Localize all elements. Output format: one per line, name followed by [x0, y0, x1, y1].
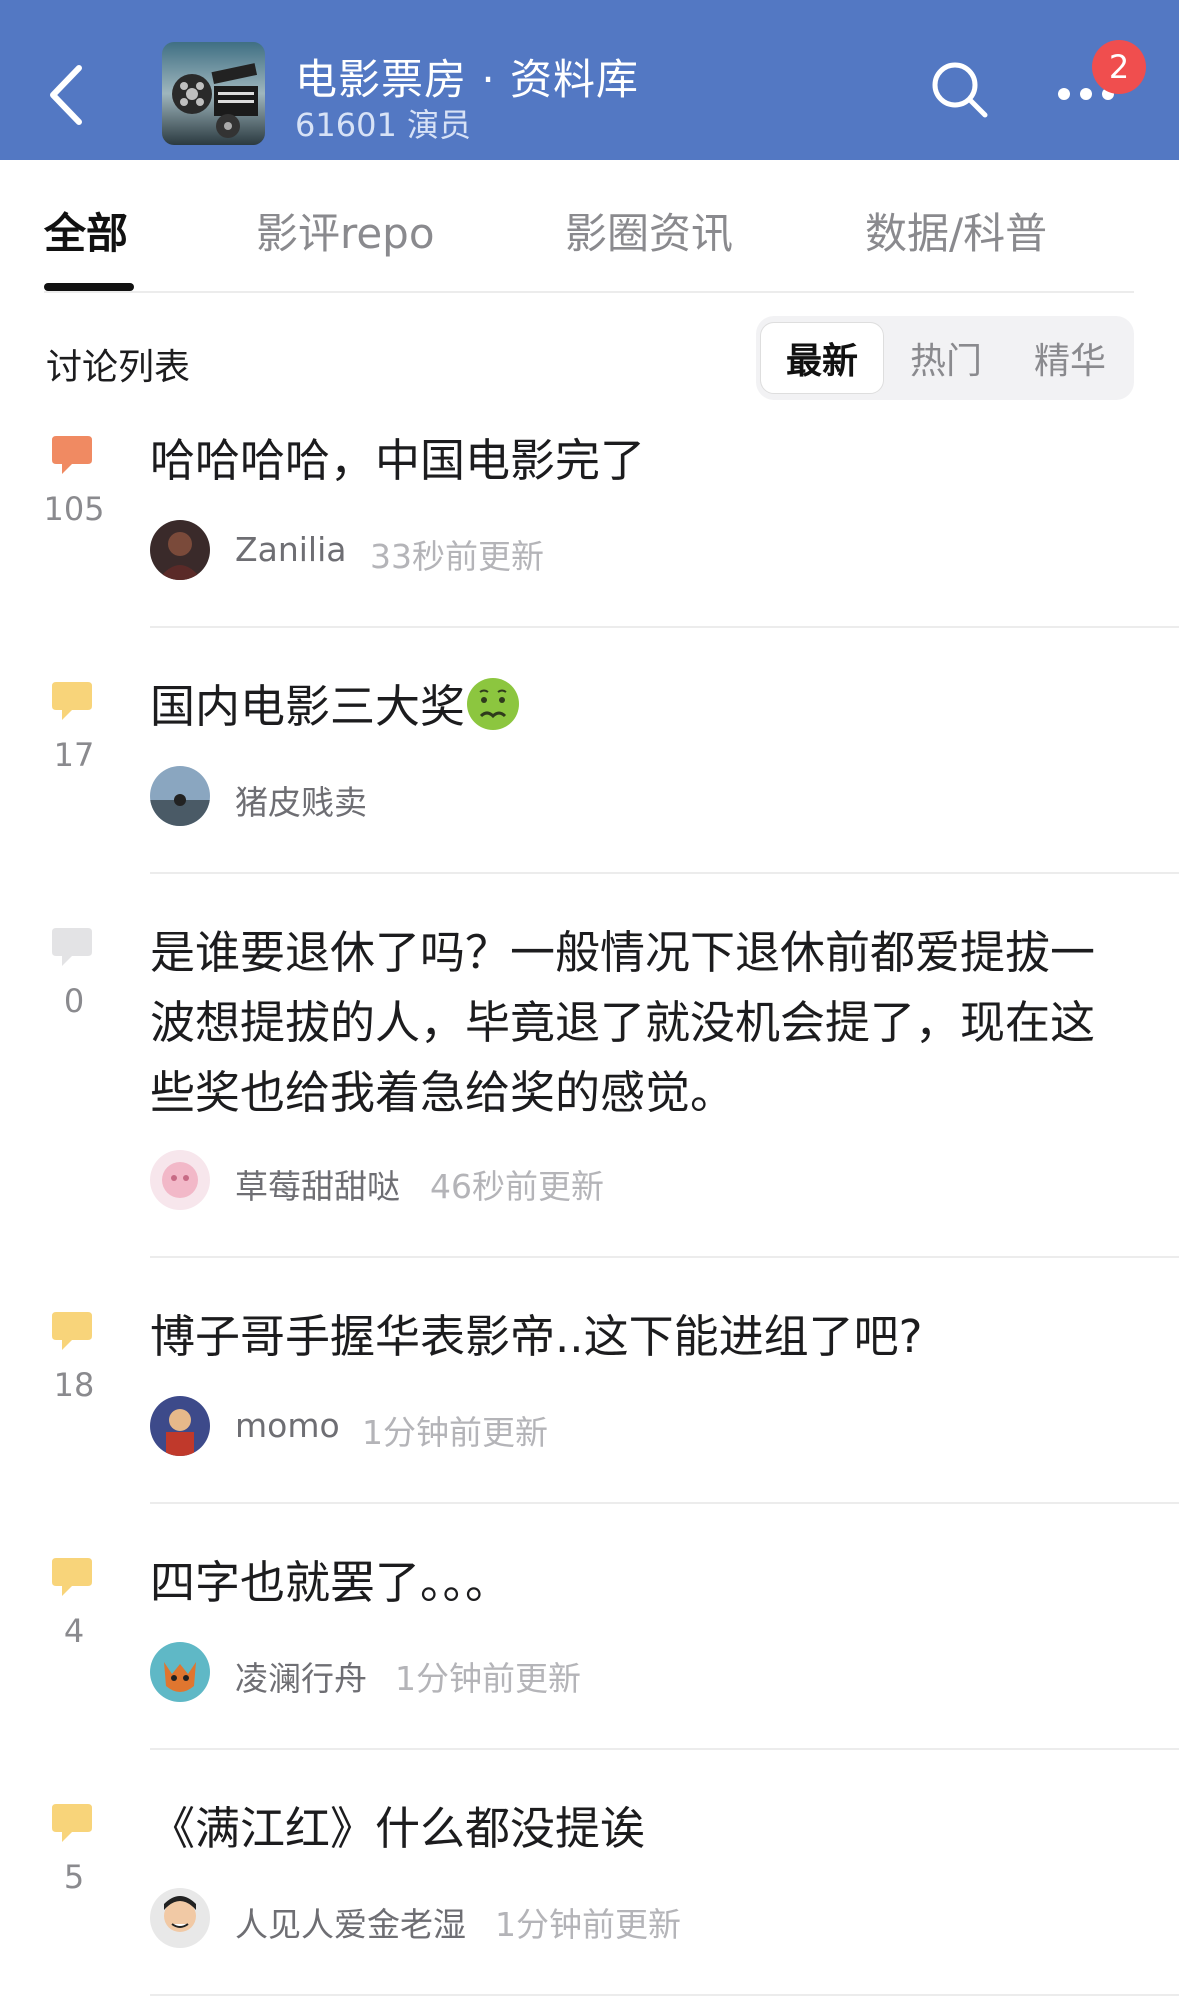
- update-time: 1分钟前更新: [362, 1413, 548, 1452]
- author-name[interactable]: 人见人爱金老湿: [235, 1898, 466, 1946]
- author-name[interactable]: 草莓甜甜哒: [235, 1160, 400, 1208]
- post-title: 哈哈哈哈，中国电影完了: [150, 434, 646, 487]
- sort-latest[interactable]: 最新: [760, 322, 884, 394]
- comment-count: 105: [43, 490, 105, 528]
- post-title: 《满江红》什么都没提诶: [150, 1802, 646, 1855]
- top-bar: 电影票房 · 资料库 61601 演员 2: [0, 0, 1179, 160]
- comment-icon: [52, 928, 92, 966]
- divider: [150, 1994, 1179, 1996]
- group-title: 电影票房 · 资料库: [295, 55, 640, 104]
- avatar[interactable]: [150, 1888, 210, 1948]
- sort-segmented-control: 最新 热门 精华: [756, 316, 1134, 400]
- comment-icon: [52, 436, 92, 474]
- tab-news[interactable]: 影圈资讯: [565, 200, 733, 261]
- active-tab-indicator: [44, 283, 134, 291]
- divider: [44, 291, 1134, 293]
- post-title: 国内电影三大奖: [150, 680, 466, 733]
- update-time: 1分钟前更新: [395, 1659, 581, 1698]
- search-button[interactable]: [925, 55, 995, 125]
- tab-all[interactable]: 全部: [44, 200, 128, 261]
- member-count: 61601 演员: [295, 106, 471, 144]
- sort-hot[interactable]: 热门: [884, 322, 1008, 394]
- post-title: 四字也就罢了。。。: [150, 1556, 511, 1609]
- tab-data[interactable]: 数据/科普: [865, 200, 1047, 261]
- divider: [150, 872, 1179, 874]
- author-name[interactable]: momo: [235, 1406, 340, 1445]
- divider: [150, 1256, 1179, 1258]
- post-item[interactable]: 17 国内电影三大奖 猪皮贱卖: [0, 666, 1179, 876]
- search-icon: [932, 62, 988, 118]
- post-item[interactable]: 18 博子哥手握华表影帝..这下能进组了吧? momo 1分钟前更新: [0, 1296, 1179, 1506]
- comment-count: 0: [63, 982, 85, 1020]
- nauseated-face-emoji: [467, 678, 520, 730]
- notification-badge: 2: [1092, 40, 1146, 94]
- comment-count: 17: [53, 736, 95, 774]
- comment-count: 18: [53, 1366, 95, 1404]
- post-title-row: 国内电影三大奖: [150, 672, 1130, 742]
- avatar[interactable]: [150, 766, 210, 826]
- author-name[interactable]: Zanilia: [235, 530, 346, 569]
- update-time: 1分钟前更新: [495, 1905, 681, 1944]
- author-name[interactable]: 凌澜行舟: [235, 1652, 367, 1700]
- post-item[interactable]: 4 四字也就罢了。。。 凌澜行舟 1分钟前更新: [0, 1542, 1179, 1752]
- avatar[interactable]: [150, 1150, 210, 1210]
- post-title: 是谁要退休了吗？一般情况下退休前都爱提拔一波想提拔的人，毕竟退了就没机会提了，现…: [150, 926, 1096, 1119]
- film-reel-icon: [162, 42, 265, 145]
- update-time: 46秒前更新: [430, 1167, 604, 1206]
- comment-icon: [52, 1804, 92, 1842]
- post-item[interactable]: 5 《满江红》什么都没提诶 人见人爱金老湿 1分钟前更新: [0, 1788, 1179, 1998]
- avatar[interactable]: [150, 1642, 210, 1702]
- comment-icon: [52, 1558, 92, 1596]
- back-icon: [50, 65, 82, 125]
- divider: [150, 1502, 1179, 1504]
- avatar[interactable]: [150, 520, 210, 580]
- post-item[interactable]: 0 是谁要退休了吗？一般情况下退休前都爱提拔一波想提拔的人，毕竟退了就没机会提了…: [0, 912, 1179, 1242]
- post-item[interactable]: 105 哈哈哈哈，中国电影完了 Zanilia 33秒前更新: [0, 420, 1179, 630]
- list-title: 讨论列表: [46, 347, 191, 388]
- avatar[interactable]: [150, 1396, 210, 1456]
- sort-featured[interactable]: 精华: [1008, 322, 1132, 394]
- category-tabs: 全部 影评repo 影圈资讯 数据/科普: [0, 160, 1179, 292]
- post-title: 博子哥手握华表影帝..这下能进组了吧?: [150, 1310, 923, 1363]
- back-button[interactable]: [30, 45, 100, 145]
- divider: [150, 1748, 1179, 1750]
- comment-count: 4: [63, 1612, 85, 1650]
- divider: [150, 626, 1179, 628]
- author-name[interactable]: 猪皮贱卖: [235, 776, 367, 824]
- comment-icon: [52, 682, 92, 720]
- update-time: 33秒前更新: [370, 537, 544, 576]
- tab-reviews[interactable]: 影评repo: [256, 200, 435, 261]
- group-avatar[interactable]: [162, 42, 265, 145]
- comment-icon: [52, 1312, 92, 1350]
- comment-count: 5: [63, 1858, 85, 1896]
